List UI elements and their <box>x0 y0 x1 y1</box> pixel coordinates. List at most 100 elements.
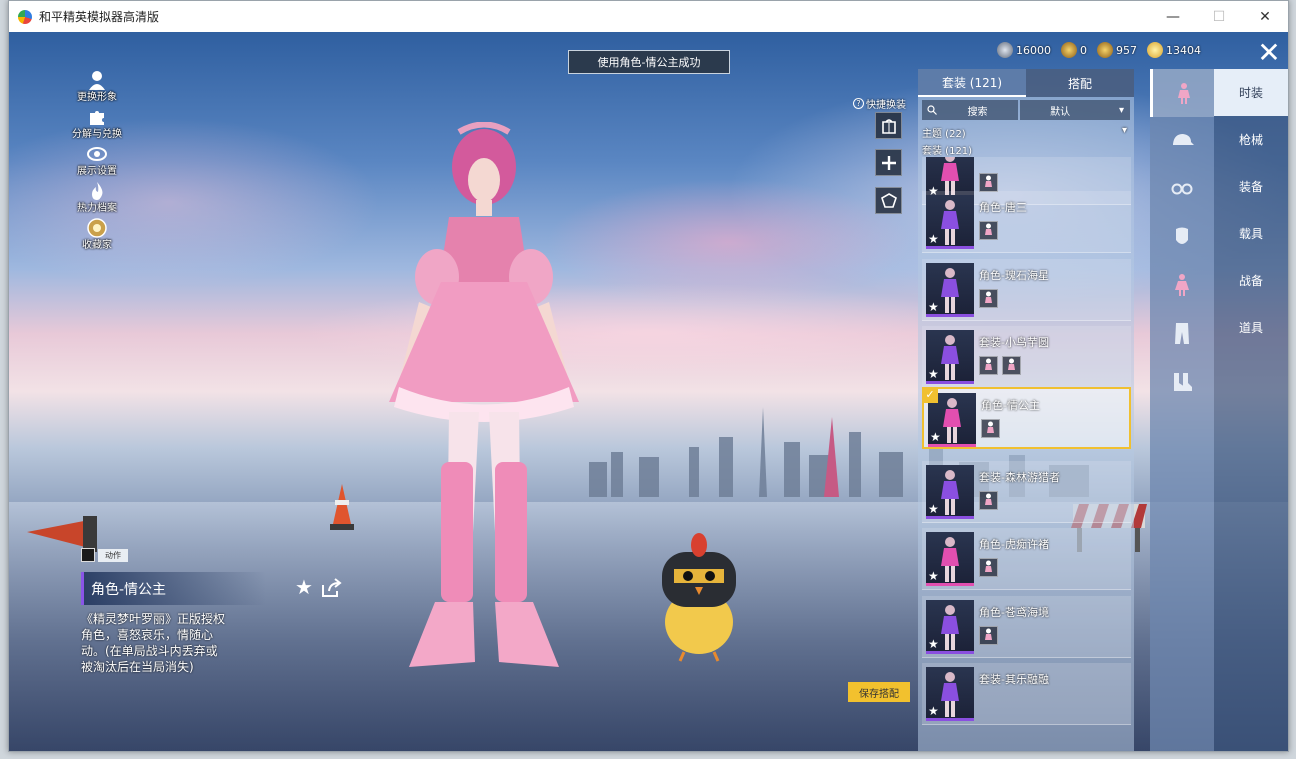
window-close-button[interactable]: ✕ <box>1242 1 1288 32</box>
part-icon[interactable] <box>979 173 998 192</box>
search-icon <box>927 105 937 115</box>
part-icon[interactable] <box>979 491 998 510</box>
chick-pet <box>662 533 736 662</box>
side-nav-item[interactable]: 道具 <box>1214 304 1288 351</box>
currency-bp[interactable]: 13404 <box>1147 42 1201 58</box>
outfit-count: 套装 (121) <box>922 146 973 157</box>
side-nav-item[interactable]: 时装 <box>1214 69 1288 116</box>
item-name: 角色-虎痴许褚 <box>979 538 1049 551</box>
side-nav-item[interactable]: 战备 <box>1214 257 1288 304</box>
menu-decompose[interactable]: 分解与兑换 <box>67 107 127 144</box>
help-icon: ? <box>853 98 864 109</box>
menu-collector[interactable]: 收藏家 <box>67 218 127 255</box>
category-face[interactable] <box>1150 213 1214 261</box>
search-input[interactable]: 搜索 <box>922 100 1019 120</box>
currency-silver[interactable]: 16000 <box>997 42 1051 58</box>
avatar-figure-icon <box>941 268 959 313</box>
tab-outfits[interactable]: 套装 (121) <box>918 69 1026 97</box>
body-icon <box>1177 83 1190 104</box>
quick-change[interactable]: ? 快捷换装 <box>853 96 906 111</box>
side-nav-item[interactable]: 装备 <box>1214 163 1288 210</box>
maximize-button[interactable]: ☐ <box>1196 1 1242 32</box>
item-name: 角色-唐三 <box>979 201 1027 214</box>
shoes-icon <box>1174 373 1192 391</box>
category-body[interactable] <box>1150 69 1214 117</box>
menu-display-settings[interactable]: 展示设置 <box>67 144 127 181</box>
outfit-icon <box>1175 274 1189 296</box>
item-card[interactable]: ★ 套装-森林游猎者 <box>922 461 1131 523</box>
part-icon[interactable] <box>979 289 998 308</box>
add-outfit-button[interactable] <box>875 149 902 176</box>
item-thumbnail: ★ <box>926 263 974 317</box>
quick-change-label: 快捷换装 <box>866 100 906 111</box>
share-icon[interactable] <box>320 577 342 599</box>
avatar-figure-icon <box>941 672 959 717</box>
item-name: 套装-森林游猎者 <box>979 471 1060 484</box>
currency-token-2[interactable]: 957 <box>1097 42 1137 58</box>
item-card[interactable]: ★ 角色-苍鸢海境 <box>922 596 1131 658</box>
item-card[interactable]: ★ 角色-情公主 ✓ <box>922 387 1131 449</box>
theme-filter[interactable]: 主题 (22) ▾ <box>918 125 1134 140</box>
bp-coin-icon <box>1147 42 1163 58</box>
favorite-star-icon[interactable]: ★ <box>293 576 315 598</box>
part-icon[interactable] <box>979 626 998 645</box>
tab-match[interactable]: 搭配 <box>1026 69 1134 97</box>
rarity-star-icon: ★ <box>928 300 939 314</box>
emblem-button[interactable] <box>875 187 902 214</box>
side-nav: 时装 枪械 装备 载具 战备 道具 <box>1214 69 1288 751</box>
part-icon[interactable] <box>979 221 998 240</box>
flame-icon <box>92 182 103 200</box>
category-pants[interactable] <box>1150 309 1214 357</box>
item-name: 角色-苍鸢海境 <box>979 606 1049 619</box>
category-outfit[interactable] <box>1150 261 1214 309</box>
figure-icon <box>985 291 992 303</box>
wardrobe-button[interactable] <box>875 112 902 139</box>
item-thumbnail: ★ <box>926 465 974 519</box>
item-card[interactable]: ★ 套装-小鸟芋圆 <box>922 326 1131 388</box>
menu-label: 热力档案 <box>77 203 117 214</box>
category-cap[interactable] <box>1150 117 1214 165</box>
item-name: 角色-瑰石海星 <box>979 269 1049 282</box>
currency-token[interactable]: 0 <box>1061 42 1087 58</box>
item-card[interactable]: ★ 角色-瑰石海星 <box>922 259 1131 321</box>
sort-dropdown[interactable]: 默认 ▾ <box>1020 100 1130 120</box>
person-icon <box>89 71 105 90</box>
rarity-star-icon: ★ <box>928 502 939 516</box>
menu-heat-archive[interactable]: 热力档案 <box>67 181 127 218</box>
sort-label: 默认 <box>1050 106 1071 118</box>
part-icon[interactable] <box>1002 356 1021 375</box>
plus-icon <box>881 155 896 170</box>
game-viewport: 使用角色-情公主成功 16000 0 957 13404 ✕ 更换形象 分解与兑… <box>9 32 1288 751</box>
item-thumbnail: ★ <box>926 330 974 384</box>
part-icon[interactable] <box>979 558 998 577</box>
minimize-button[interactable]: — <box>1150 1 1196 32</box>
rarity-star-icon: ★ <box>930 430 941 444</box>
check-icon: ✓ <box>922 387 938 403</box>
item-card[interactable]: ★ 角色-唐三 <box>922 191 1131 253</box>
item-name: 套装-其乐融融 <box>979 673 1049 686</box>
rarity-star-icon: ★ <box>928 232 939 246</box>
app-window: 和平精英模拟器高清版 — ☐ ✕ 使用角色-情公主成功 16000 0 957 … <box>8 0 1289 752</box>
item-name: 角色-情公主 <box>981 399 1040 412</box>
category-glasses[interactable] <box>1150 165 1214 213</box>
save-outfit-button[interactable]: 保存搭配 <box>848 682 910 702</box>
part-icon[interactable] <box>981 419 1000 438</box>
category-shoes[interactable] <box>1150 357 1214 405</box>
item-card[interactable]: ★ 角色-虎痴许褚 <box>922 528 1131 590</box>
side-nav-item[interactable]: 载具 <box>1214 210 1288 257</box>
figure-icon <box>987 421 994 433</box>
menu-change-look[interactable]: 更换形象 <box>67 70 127 107</box>
item-thumbnail: ★ <box>926 195 974 249</box>
window-title: 和平精英模拟器高清版 <box>39 10 160 24</box>
action-tag[interactable]: 动作 <box>81 546 128 564</box>
menu-label: 展示设置 <box>77 166 117 177</box>
close-icon[interactable]: ✕ <box>1253 36 1285 70</box>
part-icon[interactable] <box>979 356 998 375</box>
selected-item-description: 《精灵梦叶罗丽》正版授权角色，喜怒哀乐，情随心动。(在单局战斗内丢弃或被淘汰后在… <box>81 612 226 674</box>
face-icon <box>1176 227 1188 244</box>
side-nav-item[interactable]: 枪械 <box>1214 116 1288 163</box>
figure-icon <box>985 493 992 505</box>
figure-icon <box>985 560 992 572</box>
character-model <box>389 122 579 667</box>
item-card[interactable]: ★ 套装-其乐融融 <box>922 663 1131 725</box>
